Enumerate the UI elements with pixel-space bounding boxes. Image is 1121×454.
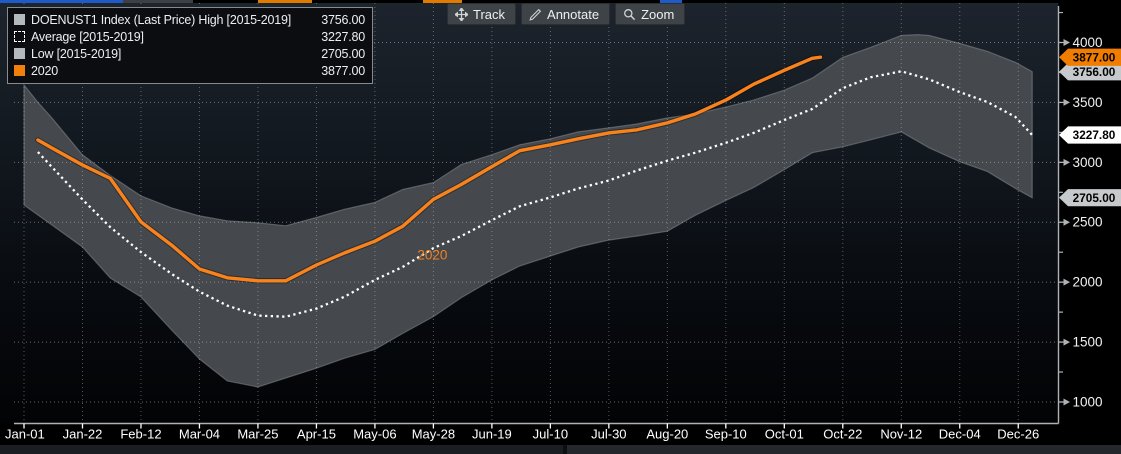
- x-axis-label: Jan-22: [63, 427, 103, 442]
- y-axis-label: 1000: [1073, 394, 1103, 409]
- legend-value: 2705.00: [321, 46, 365, 61]
- legend-row-2020[interactable]: 2020 3877.00: [14, 62, 365, 79]
- average-last-badge: 3227.80: [1059, 126, 1121, 144]
- zoom-button-label: Zoom: [641, 6, 675, 22]
- track-button[interactable]: Track: [447, 3, 517, 25]
- strip-segment: [660, 0, 682, 3]
- y-axis-label: 2000: [1073, 275, 1103, 290]
- legend-label: DOENUST1 Index (Last Price) High [2015-2…: [31, 12, 292, 27]
- y-axis-label: 3000: [1073, 155, 1103, 170]
- strip-segment: [423, 0, 462, 3]
- low-last-badge: 2705.00: [1059, 189, 1121, 207]
- zoom-icon: [623, 8, 636, 21]
- x-axis-label: Sep-10: [705, 427, 747, 442]
- series-2020-label: 2020: [417, 248, 447, 263]
- annotate-icon: [529, 8, 542, 21]
- annotate-button[interactable]: Annotate: [521, 3, 611, 25]
- x-axis-label: Dec-26: [997, 427, 1039, 442]
- price-2020-badge-value: 3877.00: [1073, 50, 1116, 64]
- y-tick-arrow: [1063, 338, 1070, 346]
- average-last-badge-value: 3227.80: [1073, 128, 1116, 142]
- orange-swatch-icon: [14, 65, 25, 76]
- x-axis-label: Mar-25: [237, 427, 278, 442]
- legend-value: 3756.00: [321, 12, 365, 27]
- y-axis-label: 2500: [1073, 215, 1103, 230]
- bottom-status-strip: [0, 445, 1121, 454]
- x-axis-label: Feb-12: [120, 427, 161, 442]
- x-axis-label: Nov-12: [880, 427, 922, 442]
- legend-label: Average [2015-2019]: [31, 29, 144, 44]
- legend-row-low[interactable]: Low [2015-2019] 2705.00: [14, 45, 365, 62]
- x-axis-label: Oct-22: [823, 427, 862, 442]
- legend-row-average[interactable]: Average [2015-2019] 3227.80: [14, 28, 365, 45]
- top-apps-strip: [0, 0, 1121, 3]
- legend-label: 2020: [31, 63, 59, 78]
- low-last-badge-value: 2705.00: [1073, 191, 1116, 205]
- x-axis-label: Jun-19: [472, 427, 512, 442]
- y-tick-arrow: [1063, 39, 1070, 46]
- strip-segment: [0, 0, 123, 3]
- y-axis-label: 4000: [1073, 35, 1103, 50]
- track-icon: [455, 7, 468, 21]
- strip-segment: [258, 0, 312, 3]
- x-axis-label: Apr-15: [297, 427, 336, 442]
- dotted-swatch-icon: [14, 31, 25, 42]
- gray-swatch-icon: [14, 14, 25, 25]
- annotate-button-label: Annotate: [547, 6, 600, 22]
- legend-row-high[interactable]: DOENUST1 Index (Last Price) High [2015-2…: [14, 11, 365, 28]
- high-last-badge-value: 3756.00: [1073, 65, 1116, 79]
- price-2020-badge: 3877.00: [1059, 48, 1121, 66]
- x-axis-label: Jul-30: [591, 427, 626, 442]
- legend-value: 3227.80: [321, 29, 365, 44]
- x-axis-label: Mar-04: [179, 427, 220, 442]
- x-axis-label: Jan-01: [5, 427, 45, 442]
- x-axis-label: Jul-10: [533, 427, 568, 442]
- legend-label: Low [2015-2019]: [31, 46, 122, 61]
- y-tick-arrow: [1063, 278, 1070, 286]
- bloomberg-chart-window: 2020 1000 1500 2000 2500 3000 3500 4000 Jan-01 Ja…: [0, 0, 1121, 454]
- x-axis-label: Dec-04: [939, 427, 981, 442]
- y-tick-arrow: [1063, 218, 1070, 226]
- strip-segment: [567, 445, 1121, 454]
- x-axis-label: Oct-01: [765, 427, 804, 442]
- zoom-button[interactable]: Zoom: [615, 3, 686, 25]
- y-tick-arrow: [1063, 158, 1070, 166]
- chart-toolbar: Track Annotate Zoom: [447, 3, 686, 25]
- y-axis-label: 3500: [1073, 95, 1103, 110]
- x-axis-label: May-28: [412, 427, 455, 442]
- y-axis-label: 1500: [1073, 335, 1103, 350]
- y-tick-arrow: [1063, 98, 1070, 106]
- strip-segment: [123, 0, 193, 3]
- y-tick-arrow: [1063, 398, 1070, 406]
- x-axis-label: Aug-20: [646, 427, 688, 442]
- strip-segment: [0, 445, 563, 454]
- x-axis-label: May-06: [353, 427, 396, 442]
- legend-value: 3877.00: [321, 63, 365, 78]
- chart-legend: DOENUST1 Index (Last Price) High [2015-2…: [7, 7, 373, 84]
- gray-swatch-icon: [14, 48, 25, 59]
- track-button-label: Track: [473, 6, 506, 22]
